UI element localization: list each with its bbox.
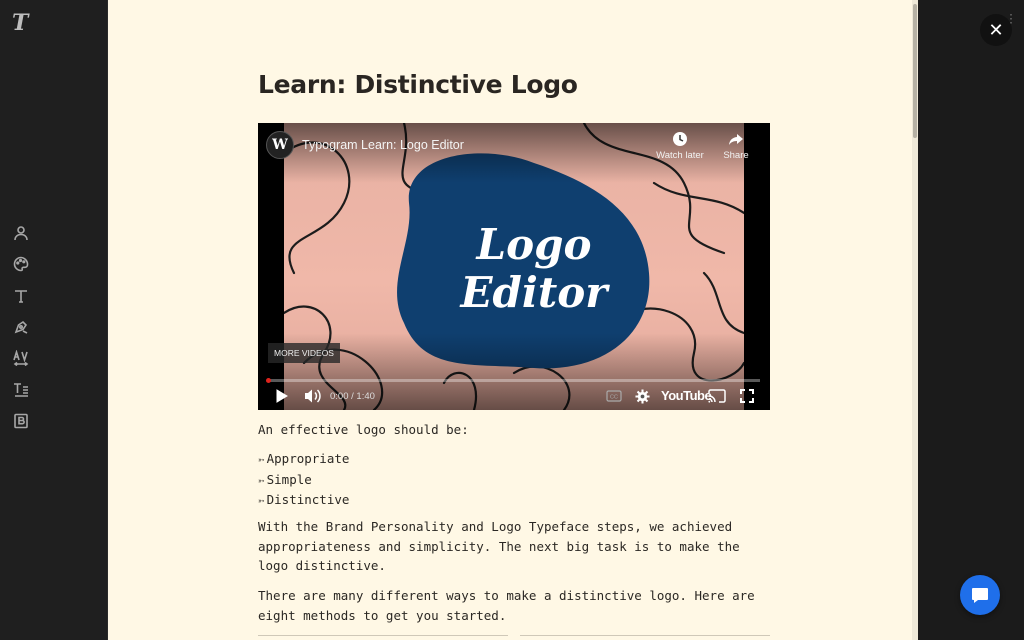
paragraph-one: With the Brand Personality and Logo Type…: [258, 519, 740, 573]
share-button[interactable]: Share: [706, 131, 766, 161]
list-item-text: Simple: [266, 471, 312, 487]
page-title: Learn: Distinctive Logo: [258, 70, 578, 99]
palette-icon[interactable]: [12, 255, 30, 273]
chat-button[interactable]: [960, 575, 1000, 615]
gear-icon: [634, 388, 650, 404]
chat-bubble-icon: [972, 588, 988, 603]
criteria-list: ➳ Appropriate ➳ Simple ➳ Distinctive: [258, 449, 349, 511]
kerning-icon[interactable]: [12, 349, 30, 367]
clock-icon: [673, 132, 687, 146]
cast-button[interactable]: [706, 385, 728, 407]
cast-icon: [708, 389, 726, 403]
volume-icon: [305, 389, 321, 403]
double-arrow-icon: ➳: [258, 473, 264, 487]
card-divider-left: [258, 635, 508, 636]
person-icon[interactable]: [12, 224, 30, 242]
settings-button[interactable]: [632, 385, 652, 407]
play-icon: [276, 389, 288, 403]
intro-text: An effective logo should be:: [258, 422, 469, 437]
fullscreen-button[interactable]: [736, 385, 758, 407]
fullscreen-icon: [740, 389, 754, 403]
paragraph-two: There are many different ways to make a …: [258, 588, 755, 623]
list-item: ➳ Distinctive: [258, 490, 349, 511]
thumbnail-text-line1: Logo: [476, 220, 592, 269]
list-item-text: Appropriate: [266, 451, 350, 466]
list-item-text: Distinctive: [266, 492, 350, 507]
list-item: ➳ Simple: [258, 470, 349, 491]
thumbnail-text-line2: Editor: [460, 268, 608, 317]
play-button[interactable]: [272, 385, 292, 407]
text-layout-icon[interactable]: [12, 381, 30, 399]
watch-later-label: Watch later: [656, 150, 704, 161]
typeface-icon[interactable]: [12, 287, 30, 305]
captions-icon: CC: [606, 390, 622, 402]
video-time: 0:00 / 1:40: [330, 391, 375, 402]
double-arrow-icon: ➳: [258, 494, 264, 507]
brand-book-icon[interactable]: [12, 412, 30, 430]
double-arrow-icon: ➳: [258, 453, 264, 466]
video-progress-bar[interactable]: [268, 379, 760, 382]
more-videos-button[interactable]: MORE VIDEOS: [268, 343, 340, 363]
scrollbar-thumb[interactable]: [913, 4, 917, 138]
close-icon: ✕: [988, 19, 1004, 41]
share-label: Share: [723, 150, 749, 161]
video-player[interactable]: Logo Editor W Typogram Learn: Logo Edito…: [258, 123, 770, 410]
pen-tool-icon[interactable]: [12, 318, 30, 336]
svg-text:CC: CC: [610, 395, 618, 401]
youtube-logo[interactable]: YouTube: [661, 388, 712, 403]
left-sidebar: T: [0, 0, 108, 640]
more-options-icon[interactable]: · · ·: [1008, 11, 1014, 29]
card-divider-right: [520, 635, 770, 636]
volume-button[interactable]: [302, 385, 324, 407]
watch-later-button[interactable]: Watch later: [650, 131, 710, 161]
thumbnail-title: Logo Editor: [434, 221, 634, 317]
app-logo[interactable]: T: [12, 10, 28, 36]
video-progress-handle[interactable]: [266, 378, 271, 383]
share-icon: [729, 134, 743, 145]
list-item: ➳ Appropriate: [258, 449, 349, 470]
video-title[interactable]: Typogram Learn: Logo Editor: [302, 138, 464, 152]
captions-button[interactable]: CC: [604, 385, 624, 407]
channel-avatar[interactable]: W: [266, 131, 294, 159]
right-rail: [918, 0, 1024, 640]
